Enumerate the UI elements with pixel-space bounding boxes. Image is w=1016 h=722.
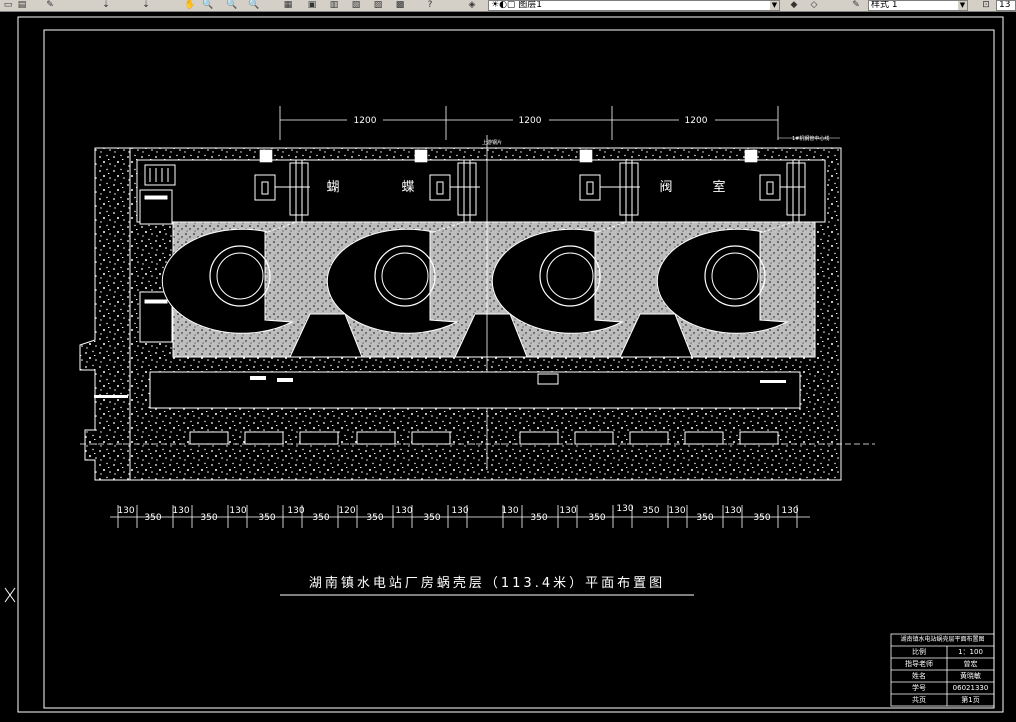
zoom-window-icon[interactable]: 🔍 <box>226 0 238 10</box>
markup-icon[interactable]: ▨ <box>372 0 384 10</box>
note-upstream: 上游钢片 <box>482 139 502 146</box>
bottom-dim-6: 350 <box>258 513 275 523</box>
gallery-corridor <box>149 371 801 409</box>
title-block-row: 姓名 黄晓敏 <box>891 671 994 681</box>
zoom-icon[interactable]: 🔍 <box>202 0 214 10</box>
room-label-char-3: 阀 <box>659 180 672 195</box>
tool-palette-icon[interactable]: ▥ <box>328 0 340 10</box>
arrow-down-icon[interactable]: ⇣ <box>100 0 112 10</box>
arrow-down2-icon[interactable]: ⇣ <box>140 0 152 10</box>
chevron-down-icon[interactable]: ▼ <box>770 1 779 10</box>
brush-icon[interactable]: ✎ <box>44 0 56 10</box>
room-label-char-2: 蝶 <box>401 180 414 195</box>
bottom-dim-15: 350 <box>530 513 547 523</box>
layer-previous-icon[interactable]: ◇ <box>808 0 820 10</box>
zoom-previous-icon[interactable]: 🔍 <box>248 0 260 10</box>
bottom-dim-7: 130 <box>287 506 304 516</box>
tb-value-id: 06021330 <box>952 684 989 692</box>
tb-label-advisor: 指导老师 <box>905 660 933 668</box>
design-center-icon[interactable]: ▣ <box>306 0 318 10</box>
top-dim-1: 1200 <box>354 116 377 126</box>
tb-value-scale: 1：100 <box>958 648 983 656</box>
properties-icon[interactable]: ▦ <box>282 0 294 10</box>
bottom-dim-19: 350 <box>642 506 659 516</box>
bottom-dim-11: 130 <box>395 506 412 516</box>
bottom-dim-22: 130 <box>724 506 741 516</box>
sheet-set-icon[interactable]: ▧ <box>350 0 362 10</box>
bottom-dim-1: 130 <box>117 506 134 516</box>
title-block: 湖南镇水电站蜗壳层平面布置图 比例 1：100 指导老师 曾宏 姓名 黄晓敏 学… <box>891 634 994 706</box>
title-block-header: 湖南镇水电站蜗壳层平面布置图 <box>900 636 985 643</box>
bottom-dim-labels: 130 350 130 350 130 350 130 350 120 350 … <box>117 504 798 523</box>
title-block-row: 学号 06021330 <box>891 683 994 693</box>
room-label-char-1: 蝴 <box>326 180 339 195</box>
text-style-icon[interactable]: ✎ <box>850 0 862 10</box>
bottom-dim-17: 350 <box>588 513 605 523</box>
top-dim-3: 1200 <box>685 116 708 126</box>
bottom-dim-14: 130 <box>501 506 518 516</box>
drawing-title: 湖南镇水电站厂房蜗壳层（113.4米）平面布置图 <box>308 576 666 591</box>
bottom-dim-20: 130 <box>668 506 685 516</box>
pan-icon[interactable]: ✋ <box>184 0 196 10</box>
extra-combo-value: 13 <box>999 0 1011 10</box>
chevron-down-icon[interactable]: ▼ <box>958 1 967 10</box>
title-block-row: 共页 第1页 <box>891 695 994 705</box>
dimension-style-icon[interactable]: ⊡ <box>980 0 992 10</box>
open-file-icon[interactable]: ▤ <box>16 0 28 10</box>
bottom-dim-8: 350 <box>312 513 329 523</box>
cad-toolbar: ▭ ▤ ✎ ⇣ ⇣ ✋ 🔍 🔍 🔍 ▦ ▣ ▥ ▧ ▨ ▩ ? ◈ ☀◐▢ 图层… <box>0 0 1016 12</box>
bottom-dim-24: 130 <box>781 506 798 516</box>
tb-value-pages: 第1页 <box>961 696 980 704</box>
bottom-dim-4: 350 <box>200 513 217 523</box>
tb-value-name: 黄晓敏 <box>960 672 981 680</box>
tb-value-advisor: 曾宏 <box>963 660 978 668</box>
extra-combo[interactable]: 13 <box>996 0 1016 11</box>
room-label-char-4: 室 <box>712 179 725 195</box>
bottom-dim-2: 350 <box>144 513 161 523</box>
top-dim-2: 1200 <box>519 116 542 126</box>
layer-select[interactable]: ☀◐▢ 图层1 ▼ <box>488 0 780 11</box>
title-block-row: 指导老师 曾宏 <box>891 659 994 669</box>
drawing-canvas[interactable]: 1200 1200 1200 上游钢片 1#机钢管中心线 蝴 蝶 阀 室 130… <box>0 12 1016 718</box>
tb-label-name: 姓名 <box>912 672 926 680</box>
bottom-dim-18: 130 <box>616 504 633 514</box>
layer-name: 图层1 <box>518 0 543 10</box>
bottom-dim-23: 350 <box>753 513 770 523</box>
bottom-dim-9: 120 <box>338 506 355 516</box>
bottom-dim-13: 130 <box>451 506 468 516</box>
make-current-layer-icon[interactable]: ◆ <box>788 0 800 10</box>
style-name: 样式 1 <box>871 0 898 10</box>
layer-manager-icon[interactable]: ◈ <box>466 0 478 10</box>
bottom-dim-3: 130 <box>172 506 189 516</box>
tb-label-pages: 共页 <box>912 696 926 704</box>
left-wall <box>79 147 131 481</box>
tb-label-id: 学号 <box>912 684 926 692</box>
bottom-dim-16: 130 <box>559 506 576 516</box>
layer-state-icons: ☀◐▢ <box>491 0 519 10</box>
bottom-dim-12: 350 <box>423 513 440 523</box>
help-icon[interactable]: ? <box>424 0 436 10</box>
bottom-dim-21: 350 <box>696 513 713 523</box>
style-select[interactable]: 样式 1 ▼ <box>868 0 968 11</box>
title-block-row: 比例 1：100 <box>891 647 994 657</box>
note-centerline: 1#机钢管中心线 <box>792 135 829 142</box>
tb-label-scale: 比例 <box>912 648 926 656</box>
new-file-icon[interactable]: ▭ <box>2 0 14 10</box>
ucs-icon <box>4 587 16 603</box>
drawing-svg: 1200 1200 1200 上游钢片 1#机钢管中心线 蝴 蝶 阀 室 130… <box>4 16 1004 713</box>
bottom-dim-5: 130 <box>229 506 246 516</box>
bottom-dim-10: 350 <box>366 513 383 523</box>
calculator-icon[interactable]: ▩ <box>394 0 406 10</box>
